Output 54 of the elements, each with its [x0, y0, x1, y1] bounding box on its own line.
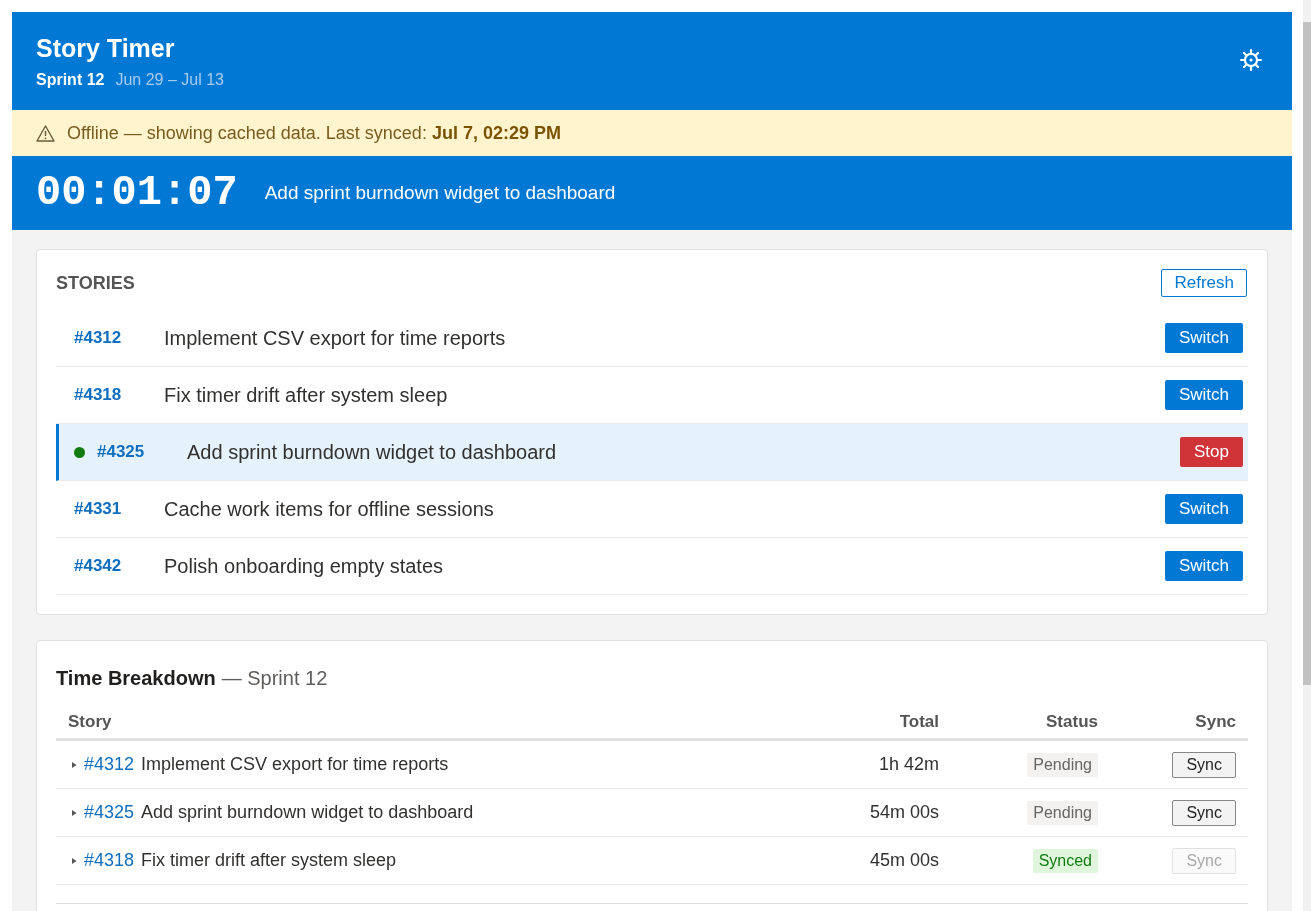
- story-row[interactable]: #4325 Add sprint burndown widget to dashboard Stop: [56, 424, 1248, 481]
- switch-button[interactable]: Switch: [1164, 323, 1243, 353]
- story-id-link[interactable]: #4331: [74, 499, 122, 519]
- story-row[interactable]: #4342 Polish onboarding empty states Switch: [56, 538, 1248, 595]
- column-header: Status: [1046, 711, 1099, 734]
- story-id-link[interactable]: #4342: [74, 556, 122, 576]
- timer-display: 00:01:07: [36, 172, 238, 214]
- sprint-dates: Jun 29 – Jul 13: [115, 69, 224, 90]
- story-title: Add sprint burndown widget to dashboard: [141, 801, 474, 824]
- table-cell-text: 54m 00s: [869, 801, 940, 824]
- section-heading: STORIES: [56, 271, 135, 295]
- story-id-link[interactable]: #4325: [97, 442, 145, 462]
- status-badge: Synced: [1032, 848, 1098, 873]
- table-cell-text: 1h 42m: [878, 753, 940, 776]
- switch-button[interactable]: Switch: [1164, 380, 1243, 410]
- column-header: Sync: [1195, 711, 1237, 734]
- story-title: Polish onboarding empty states: [164, 554, 445, 579]
- sprint-name: Sprint 12: [36, 69, 105, 90]
- caret-icon[interactable]: [71, 809, 77, 816]
- caret-icon[interactable]: [71, 857, 77, 864]
- story-title: Implement CSV export for time reports: [141, 753, 449, 776]
- refresh-button[interactable]: Refresh: [1161, 269, 1247, 297]
- story-row[interactable]: #4312 Implement CSV export for time reports Switch: [56, 310, 1248, 367]
- story-title: Cache work items for offline sessions: [164, 497, 495, 522]
- offline-message: Offline — showing cached data. Last synced: Jul 7, 02:29 PM: [67, 121, 561, 145]
- story-row[interactable]: #4331 Cache work items for offline sessions Switch: [56, 481, 1248, 538]
- story-title: Implement CSV export for time reports: [164, 326, 507, 351]
- story-title: Add sprint burndown widget to dashboard: [187, 440, 558, 465]
- status-badge: Pending: [1027, 752, 1098, 777]
- story-id-link[interactable]: #4312: [84, 751, 135, 778]
- stop-button[interactable]: Stop: [1180, 437, 1243, 467]
- table-cell-text: 45m 00s: [869, 849, 940, 872]
- story-title: Fix timer drift after system sleep: [164, 383, 449, 408]
- column-header: Total: [899, 711, 940, 734]
- story-id-link[interactable]: #4312: [74, 328, 122, 348]
- settings-button[interactable]: [1240, 49, 1262, 71]
- switch-button[interactable]: Switch: [1164, 494, 1243, 524]
- story-id-link[interactable]: #4325: [84, 799, 135, 826]
- column-header: Story: [67, 711, 112, 734]
- story-title: Fix timer drift after system sleep: [141, 849, 397, 872]
- caret-icon[interactable]: [71, 761, 77, 768]
- card-title: Time Breakdown: [56, 666, 216, 691]
- switch-button[interactable]: Switch: [1164, 551, 1243, 581]
- story-id-link[interactable]: #4318: [84, 847, 135, 874]
- sprint-label: — Sprint 12: [221, 666, 328, 691]
- app-title: Story Timer: [36, 32, 176, 63]
- story-id-link[interactable]: #4318: [74, 385, 122, 405]
- timer-story-title: Add sprint burndown widget to dashboard: [264, 180, 616, 205]
- status-badge: Pending: [1027, 800, 1098, 825]
- settings-icon: [1240, 49, 1262, 71]
- sync-button[interactable]: Sync: [1172, 799, 1236, 826]
- scrollbar-thumb[interactable]: [1303, 22, 1311, 685]
- warning-icon: [36, 124, 55, 142]
- sync-button[interactable]: Sync: [1172, 751, 1236, 778]
